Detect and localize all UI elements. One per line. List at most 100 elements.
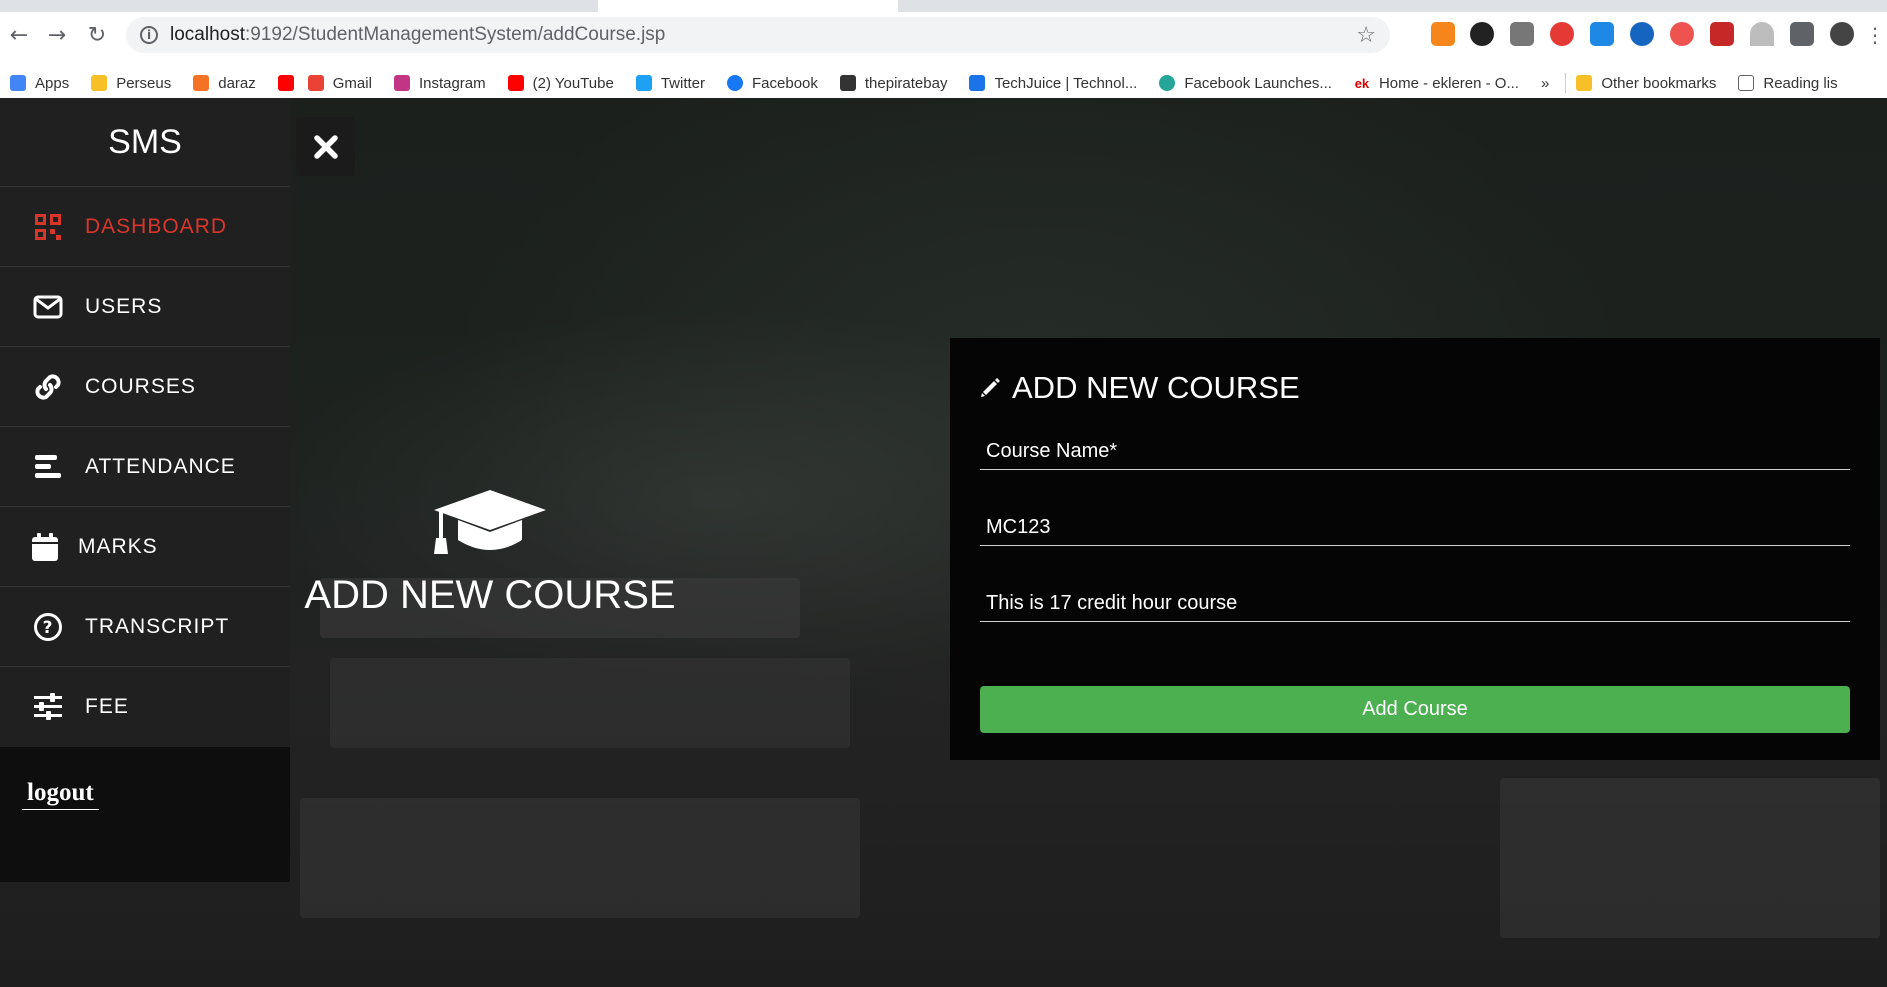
bookmark-daraz[interactable]: daraz <box>193 75 256 92</box>
bookmark-facebook[interactable]: Facebook <box>727 75 818 92</box>
sidebar-item-fee[interactable]: FEE <box>0 667 290 747</box>
profile-avatar-icon[interactable] <box>1830 22 1854 46</box>
bookmark-label: Facebook Launches... <box>1184 74 1332 92</box>
bookmark-star-icon[interactable]: ☆ <box>1356 23 1376 48</box>
bookmark-label: Twitter <box>660 74 706 92</box>
bars-icon <box>33 452 63 482</box>
background-book <box>300 798 860 918</box>
facebook-icon <box>727 75 744 91</box>
back-icon[interactable]: ← <box>6 22 32 48</box>
bookmark-youtube[interactable] <box>277 75 294 91</box>
sidebar-item-label: ATTENDANCE <box>85 454 236 478</box>
puzzle-extensions-icon[interactable] <box>1790 22 1814 46</box>
bookmark-label: Home - ekleren - O... <box>1378 74 1519 92</box>
youtube-icon <box>277 75 294 91</box>
zip-extension-icon[interactable] <box>1630 22 1654 46</box>
close-icon <box>313 134 338 159</box>
sidebar-item-transcript[interactable]: ? TRANSCRIPT <box>0 587 290 667</box>
course-description-input[interactable] <box>986 592 1813 615</box>
youtube-icon <box>507 75 524 91</box>
dashboard-qr-icon <box>33 212 63 242</box>
bookmark-thepiratebay[interactable]: thepiratebay <box>839 74 948 92</box>
sidebar: SMS DASHBOARD USERS COURSES ATTENDANCE M… <box>0 98 290 888</box>
apps-grid-icon <box>10 75 26 91</box>
logout-link[interactable]: logout <box>22 779 99 810</box>
address-bar[interactable]: i localhost:9192/StudentManagementSystem… <box>126 17 1390 53</box>
page-body: SMS DASHBOARD USERS COURSES ATTENDANCE M… <box>0 98 1887 987</box>
bookmark-instagram[interactable]: Instagram <box>393 74 486 92</box>
pencil-icon <box>980 370 1002 406</box>
bookmark-twitter[interactable]: Twitter <box>635 74 706 92</box>
bookmark-label: Reading lis <box>1763 74 1838 92</box>
sidebar-item-label: FEE <box>85 695 129 718</box>
course-code-input[interactable] <box>986 516 1813 539</box>
sync-extension-icon[interactable] <box>1470 22 1494 46</box>
techjuice-icon <box>969 75 986 91</box>
link-icon <box>33 372 63 402</box>
eyedropper-extension-icon[interactable] <box>1510 22 1534 46</box>
block-extension-icon[interactable] <box>1670 22 1694 46</box>
forward-icon[interactable]: → <box>44 22 70 48</box>
sidebar-item-label: DASHBOARD <box>85 214 228 238</box>
ek-icon: ek <box>1353 75 1370 91</box>
download-extension-icon[interactable] <box>1590 22 1614 46</box>
course-description-field <box>980 566 1850 622</box>
kebab-menu-icon[interactable]: ⋮ <box>1862 22 1887 48</box>
bookmark-gmail[interactable]: Gmail <box>307 75 372 92</box>
folder-icon <box>91 75 108 91</box>
reload-icon[interactable]: ↻ <box>84 22 110 48</box>
browser-toolbar: ← → ↻ i localhost:9192/StudentManagement… <box>0 0 1887 69</box>
logout-area: logout <box>0 747 290 882</box>
bookmark-label: (2) YouTube <box>532 74 614 92</box>
course-name-field <box>980 414 1850 470</box>
bookmark-label: thepiratebay <box>864 74 948 92</box>
hero-title: ADD NEW COURSE <box>304 573 676 617</box>
sidebar-item-users[interactable]: USERS <box>0 267 290 347</box>
bookmark-facebook-launches[interactable]: Facebook Launches... <box>1159 75 1332 92</box>
course-code-field <box>980 490 1850 546</box>
site-info-icon[interactable]: i <box>140 26 158 44</box>
daraz-icon <box>193 75 210 91</box>
bookmark-perseus[interactable]: Perseus <box>91 75 171 92</box>
bookmark-label: TechJuice | Technol... <box>994 74 1138 92</box>
sidebar-item-attendance[interactable]: ATTENDANCE <box>0 427 290 507</box>
background-book <box>330 658 850 748</box>
close-extension-icon[interactable] <box>1550 22 1574 46</box>
tab-remnant <box>0 0 598 12</box>
media-extension-icon[interactable] <box>1710 22 1734 46</box>
gmail-icon <box>307 75 324 91</box>
leaf-icon <box>1159 75 1176 91</box>
metamask-extension-icon[interactable] <box>1431 22 1455 46</box>
bookmarks-bar: Apps Perseus daraz Gmail Instagram (2) Y… <box>0 68 1887 98</box>
overflow-chevron-icon: » <box>1540 74 1550 92</box>
graduation-cap-icon <box>300 488 680 565</box>
arc-extension-icon[interactable] <box>1750 22 1774 46</box>
sidebar-item-label: USERS <box>85 294 163 318</box>
sidebar-item-courses[interactable]: COURSES <box>0 347 290 427</box>
close-sidebar-button[interactable] <box>296 117 355 176</box>
bookmark-youtube-2[interactable]: (2) YouTube <box>507 74 614 92</box>
sidebar-item-marks[interactable]: MARKS <box>0 507 290 587</box>
twitter-icon <box>635 75 652 91</box>
sidebar-item-label: COURSES <box>85 374 196 398</box>
bookmark-ekleren[interactable]: ek Home - ekleren - O... <box>1353 74 1519 92</box>
add-course-button[interactable]: Add Course <box>980 686 1850 733</box>
question-circle-icon: ? <box>33 612 63 642</box>
bookmark-techjuice[interactable]: TechJuice | Technol... <box>969 75 1137 92</box>
reading-list[interactable]: Reading lis <box>1738 74 1838 92</box>
bookmarks-overflow-button[interactable]: » <box>1541 75 1549 92</box>
envelope-icon <box>33 292 63 322</box>
url-text[interactable]: localhost:9192/StudentManagementSystem/a… <box>170 24 665 46</box>
bookmark-label: Other bookmarks <box>1601 74 1717 92</box>
sidebar-item-dashboard[interactable]: DASHBOARD <box>0 187 290 267</box>
background-book <box>1500 778 1880 938</box>
other-bookmarks[interactable]: Other bookmarks <box>1576 75 1716 92</box>
bookmarks-divider <box>1565 73 1567 93</box>
course-name-input[interactable] <box>986 440 1813 463</box>
bookmark-label: Instagram <box>418 74 486 92</box>
folder-icon <box>1576 75 1593 91</box>
bookmark-label: Facebook <box>752 74 818 92</box>
tab-remnant <box>898 0 1887 12</box>
bookmark-apps[interactable]: Apps <box>10 75 69 92</box>
hero: ADD NEW COURSE <box>300 488 680 618</box>
